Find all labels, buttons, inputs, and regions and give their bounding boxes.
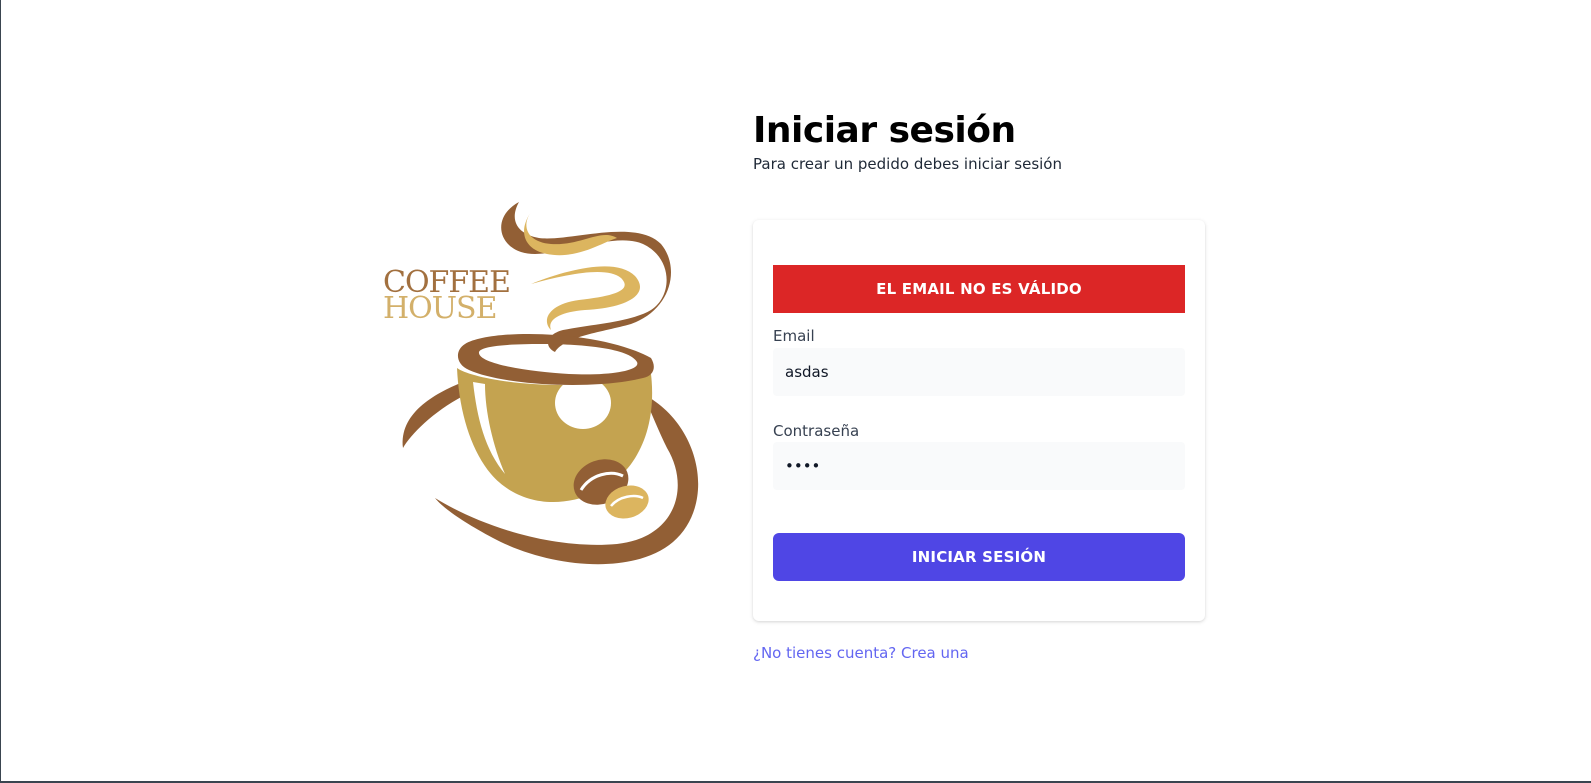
logo-text-house: HOUSE [383,291,497,326]
page-subtitle: Para crear un pedido debes iniciar sesió… [753,155,1062,173]
cup-rim [457,333,654,385]
login-button[interactable]: INICIAR SESIÓN [773,533,1185,581]
saucer-left [402,382,463,448]
coffee-house-logo: COFFEE HOUSE [383,202,699,565]
password-input[interactable] [773,442,1185,490]
page-header: Iniciar sesión Para crear un pedido debe… [753,108,1062,174]
steam-swirl-dark [501,202,671,352]
error-alert: EL EMAIL NO ES VÁLIDO [773,265,1185,313]
page: COFFEE HOUSE Iniciar sesión Para crear u… [1,0,1591,781]
password-label: Contraseña [773,422,860,440]
email-input[interactable] [773,348,1185,396]
register-link[interactable]: ¿No tienes cuenta? Crea una [753,644,969,662]
login-form-card: EL EMAIL NO ES VÁLIDO Email Contraseña I… [753,220,1205,621]
email-label: Email [773,327,815,345]
page-title: Iniciar sesión [753,110,1016,151]
